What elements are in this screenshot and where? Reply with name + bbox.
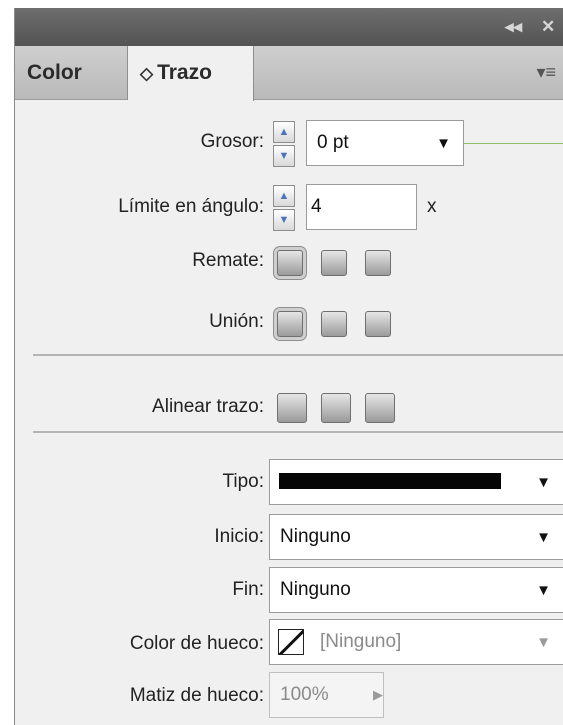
chevron-down-icon: ▼ [536, 582, 551, 599]
color-hueco-label: Color de hueco: [129, 633, 264, 654]
align-center-icon[interactable] [277, 393, 307, 423]
inicio-value: Ninguno [280, 526, 351, 547]
divider [33, 354, 563, 356]
miter-join-icon[interactable] [277, 311, 303, 337]
butt-cap-icon[interactable] [277, 250, 303, 276]
grosor-stepper[interactable]: ▲ ▼ [273, 121, 295, 167]
grosor-value: 0 pt [317, 132, 349, 153]
tab-color[interactable]: Color [15, 46, 128, 100]
panel-titlebar: ◂◂ ✕ [15, 8, 563, 46]
color-hueco-dropdown[interactable]: [Ninguno] ▼ [269, 619, 563, 665]
stepper-down-icon[interactable]: ▼ [273, 209, 295, 231]
round-join-icon[interactable] [321, 311, 347, 337]
align-inside-icon[interactable] [321, 393, 351, 423]
tab-trazo-label: Trazo [157, 61, 212, 84]
grosor-dropdown[interactable]: 0 pt ▼ [306, 120, 464, 166]
matiz-hueco-label: Matiz de hueco: [129, 685, 264, 706]
close-icon[interactable]: ✕ [541, 17, 555, 37]
fin-value: Ninguno [280, 579, 351, 600]
chevron-down-icon: ▼ [436, 135, 451, 152]
inicio-label: Inicio: [214, 526, 264, 547]
none-swatch-icon [278, 629, 304, 655]
chevron-down-icon: ▼ [536, 474, 551, 491]
chevron-down-icon: ▼ [536, 634, 551, 651]
tab-bar: Color ◇ Trazo ▾≡ [15, 46, 563, 101]
bevel-join-icon[interactable] [365, 311, 391, 337]
stepper-down-icon[interactable]: ▼ [273, 145, 295, 167]
chevron-down-icon: ▼ [536, 529, 551, 546]
divider [33, 431, 563, 433]
limite-suffix: x [427, 196, 437, 217]
union-label: Unión: [209, 311, 264, 332]
grosor-preview-line [464, 143, 563, 144]
stepper-up-icon[interactable]: ▲ [273, 185, 295, 207]
remate-label: Remate: [192, 250, 264, 271]
tipo-dropdown[interactable]: ▼ [269, 459, 563, 505]
updown-arrows-icon: ◇ [140, 64, 154, 83]
limite-stepper[interactable]: ▲ ▼ [273, 185, 295, 231]
projecting-cap-icon[interactable] [365, 250, 391, 276]
limite-value: 4 [311, 196, 322, 217]
matiz-hueco-input[interactable]: 100% ▶ [269, 672, 384, 718]
matiz-hueco-value: 100% [280, 684, 329, 705]
limite-input[interactable]: 4 [306, 184, 417, 230]
tab-trazo[interactable]: ◇ Trazo [128, 46, 254, 101]
fin-dropdown[interactable]: Ninguno ▼ [269, 567, 563, 613]
solid-stroke-preview [279, 473, 501, 489]
fin-label: Fin: [232, 579, 264, 600]
limite-label: Límite en ángulo: [118, 196, 264, 217]
color-hueco-value: [Ninguno] [320, 631, 402, 652]
stroke-panel: ◂◂ ✕ Color ◇ Trazo ▾≡ Grosor: ▲ ▼ 0 pt ▼ … [14, 8, 563, 725]
grosor-label: Grosor: [200, 131, 264, 152]
tipo-label: Tipo: [222, 471, 264, 492]
stepper-up-icon[interactable]: ▲ [273, 121, 295, 143]
tab-color-label: Color [27, 61, 82, 84]
collapse-icon[interactable]: ◂◂ [505, 17, 522, 37]
panel-menu-icon[interactable]: ▾≡ [536, 62, 556, 83]
alinear-label: Alinear trazo: [152, 396, 264, 417]
align-outside-icon[interactable] [365, 393, 395, 423]
round-cap-icon[interactable] [321, 250, 347, 276]
inicio-dropdown[interactable]: Ninguno ▼ [269, 514, 563, 560]
play-arrow-icon[interactable]: ▶ [373, 673, 383, 717]
